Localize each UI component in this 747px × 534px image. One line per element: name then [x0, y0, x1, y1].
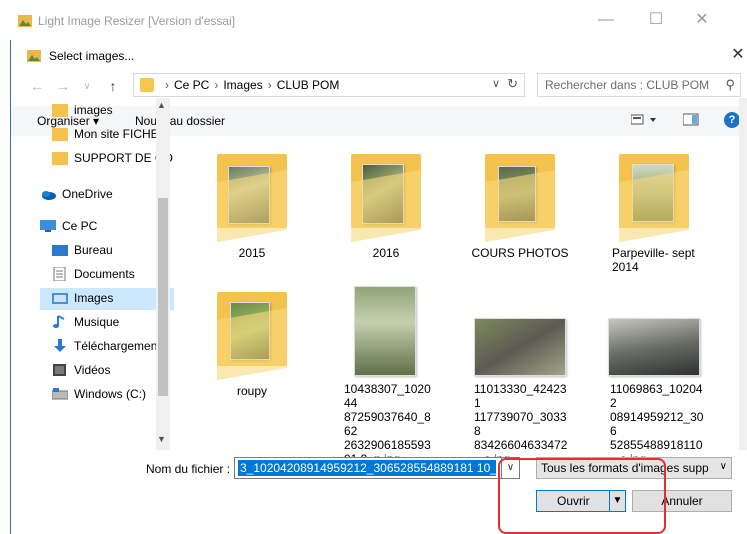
image-thumbnail: [474, 318, 566, 376]
image-thumbnail: [354, 286, 416, 376]
scroll-down-icon[interactable]: ▼: [157, 434, 166, 444]
dialog-title: Select images...: [49, 49, 135, 63]
filename-value[interactable]: 3_10204208914959212_306528554889181 10_o…: [238, 460, 496, 476]
breadcrumb-separator-icon: ›: [214, 78, 219, 92]
folder-item[interactable]: 2016: [326, 98, 446, 260]
back-arrow-icon[interactable]: ←: [29, 78, 45, 94]
sidebar-item-images[interactable]: Images: [40, 288, 174, 310]
search-box[interactable]: Rechercher dans : CLUB POM ⚲: [537, 73, 741, 97]
folder-icon: [52, 127, 68, 141]
breadcrumb-images[interactable]: Images: [223, 78, 262, 92]
file-list-scrollbar[interactable]: [739, 98, 747, 450]
app-icon: [18, 14, 32, 28]
chevron-down-icon[interactable]: ∨: [492, 77, 500, 90]
folder-icon: [52, 151, 68, 165]
app-title-bar: Light Image Resizer [Version d'essai] — …: [0, 0, 747, 42]
image-thumbnail: [608, 318, 700, 376]
folder-item[interactable]: Parpeville- sept 2014: [594, 98, 714, 274]
highlight-annotation: [498, 458, 666, 534]
navigation-scrollbar[interactable]: ▲ ▼: [156, 98, 170, 450]
breadcrumb-separator-icon: ›: [165, 78, 169, 92]
video-icon: [52, 363, 68, 377]
music-icon: [52, 315, 68, 329]
breadcrumb-separator-icon: ›: [267, 78, 272, 92]
sidebar-item-mon-site-fiches[interactable]: Mon site FICHES: [52, 124, 172, 146]
chevron-down-icon: ∨: [719, 461, 727, 472]
recent-chevron-icon[interactable]: ∨: [79, 81, 95, 92]
folder-front: [217, 169, 287, 243]
drive-icon: [51, 387, 69, 401]
breadcrumb-ce-pc[interactable]: Ce PC: [174, 78, 209, 92]
cloud-icon: [40, 187, 56, 201]
dialog-title-bar: Select images... ✕: [11, 40, 747, 72]
folder-item[interactable]: roupy: [192, 288, 312, 438]
folder-icon: [140, 78, 154, 92]
dialog-icon: [27, 49, 41, 63]
minimize-button[interactable]: —: [596, 10, 616, 30]
folder-icon: [52, 103, 68, 117]
image-file-item[interactable]: 11013330_424231 117739070_30338 83426604…: [460, 288, 580, 466]
address-bar[interactable]: › Ce PC › Images › CLUB POM ∨ ↻: [133, 73, 525, 97]
desktop-icon: [52, 243, 68, 257]
scroll-thumb[interactable]: [158, 198, 168, 396]
file-list: 2015 2016 COURS PHOTOS Parpeville- sept …: [176, 98, 730, 466]
folder-front: [351, 169, 421, 243]
document-icon: [52, 266, 68, 282]
folder-item[interactable]: 2015: [192, 98, 312, 260]
sidebar-item-images-folder[interactable]: images: [52, 100, 172, 122]
up-arrow-icon[interactable]: ↑: [105, 78, 121, 94]
dialog-close-button[interactable]: ✕: [728, 45, 747, 65]
folder-front: [217, 307, 287, 381]
image-file-item[interactable]: 11069863_102042 08914959212_306 52855488…: [594, 288, 714, 466]
sidebar-item-ce-pc[interactable]: Ce PC: [40, 216, 174, 238]
folder-front: [485, 169, 555, 243]
pictures-icon: [52, 291, 68, 305]
app-title: Light Image Resizer [Version d'essai]: [38, 14, 236, 28]
filename-input[interactable]: 3_10204208914959212_306528554889181 10_o…: [234, 457, 520, 479]
search-input[interactable]: Rechercher dans : CLUB POM: [545, 78, 709, 92]
search-icon: ⚲: [725, 77, 735, 92]
forward-arrow-icon[interactable]: →: [55, 78, 71, 94]
sidebar-item-support-de-co[interactable]: SUPPORT DE CO: [52, 148, 173, 170]
download-icon: [52, 339, 68, 353]
refresh-icon[interactable]: ↻: [507, 76, 518, 92]
maximize-button[interactable]: ☐: [646, 10, 666, 30]
filename-label: Nom du fichier :: [146, 462, 231, 476]
scroll-up-icon[interactable]: ▲: [157, 100, 166, 110]
breadcrumb: › Ce PC › Images › CLUB POM: [160, 78, 339, 92]
folder-item[interactable]: COURS PHOTOS: [460, 98, 580, 260]
sidebar-item-onedrive[interactable]: OneDrive: [40, 184, 174, 206]
computer-icon: [40, 219, 56, 233]
close-button[interactable]: ✕: [692, 10, 712, 30]
image-file-item[interactable]: 10438307_102044 87259037640_862 26329061…: [326, 286, 446, 466]
folder-front: [619, 169, 689, 243]
breadcrumb-club-pom[interactable]: CLUB POM: [277, 78, 340, 92]
